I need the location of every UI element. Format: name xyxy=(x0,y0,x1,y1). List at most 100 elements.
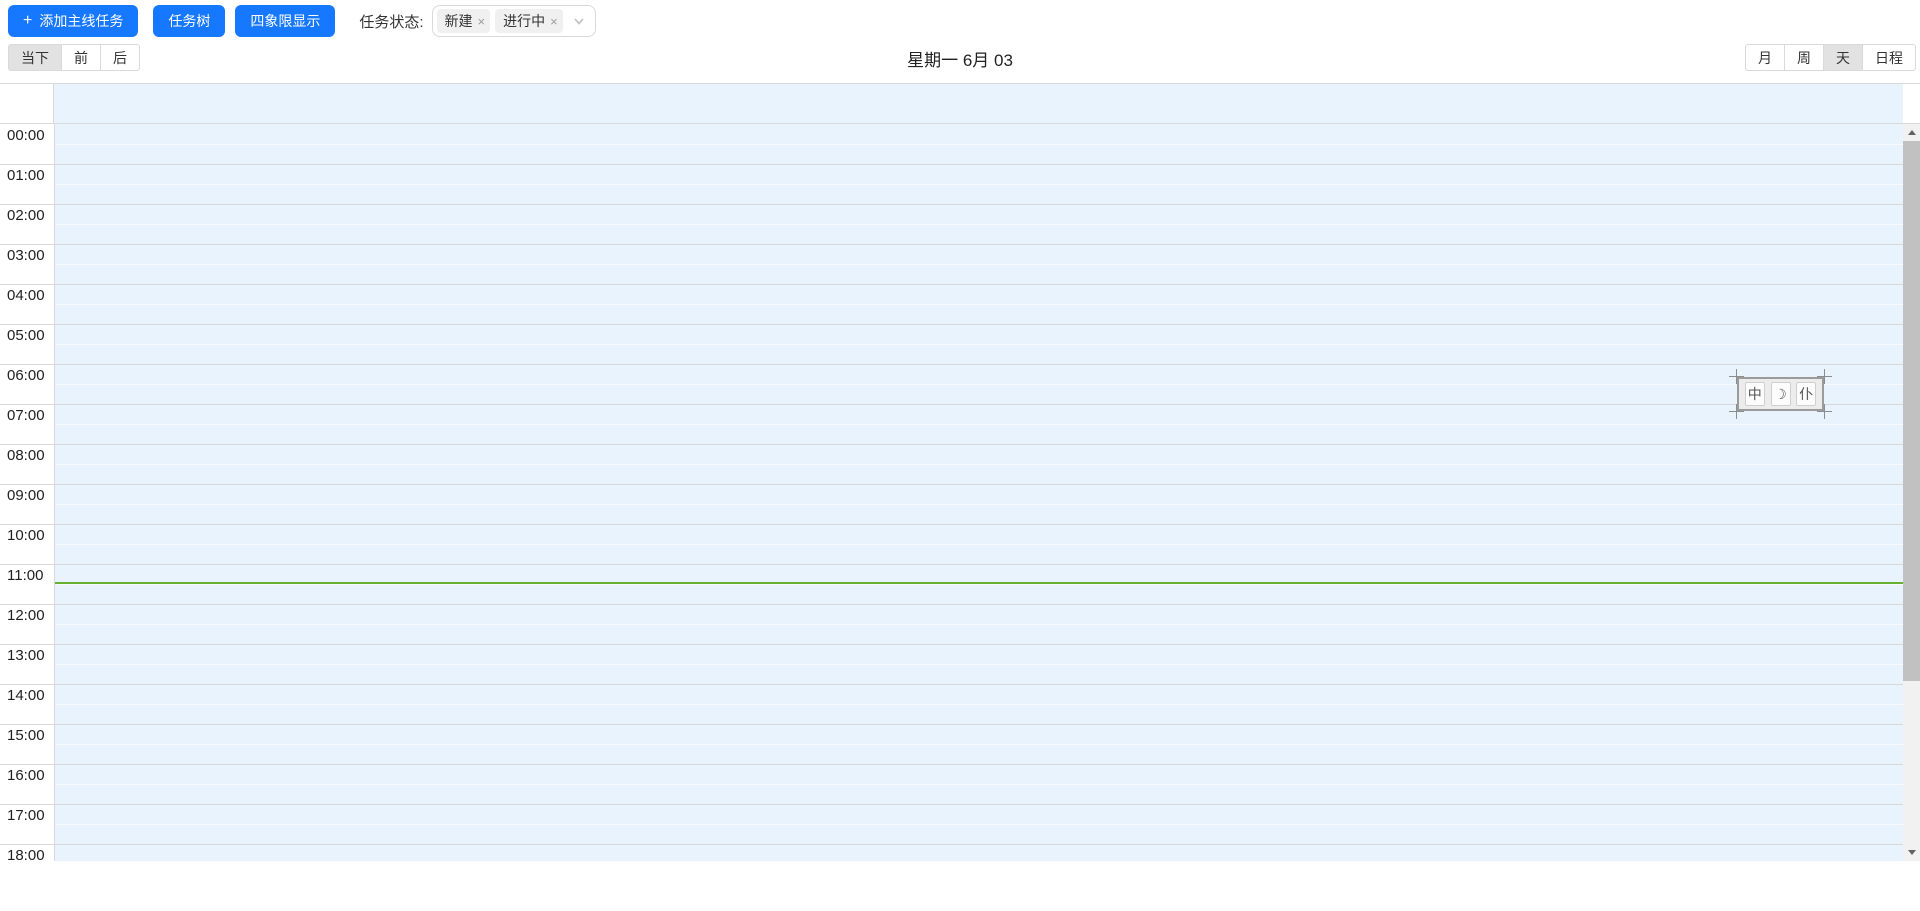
status-tag-0[interactable]: 新建 × xyxy=(436,9,491,33)
half-hour-line xyxy=(55,424,1903,425)
all-day-row xyxy=(0,83,1920,124)
hour-line xyxy=(0,244,1903,245)
time-label-1200: 12:00 xyxy=(7,607,45,624)
hour-line xyxy=(0,564,1903,565)
half-hour-line xyxy=(55,664,1903,665)
scrollbar-spacer xyxy=(1903,84,1920,123)
nav-now-button[interactable]: 当下 xyxy=(8,44,62,71)
scroll-down-button[interactable] xyxy=(1903,844,1920,861)
half-hour-line xyxy=(55,304,1903,305)
top-toolbar: + 添加主线任务 任务树 四象限显示 任务状态: 新建 × 进行中 × xyxy=(8,5,596,37)
half-hour-line xyxy=(55,504,1903,505)
view-month-button[interactable]: 月 xyxy=(1745,44,1785,71)
status-tag-list: 新建 × 进行中 × xyxy=(436,9,563,33)
view-day-button[interactable]: 天 xyxy=(1824,44,1863,71)
half-hour-line xyxy=(55,584,1903,585)
calendar-nav: 星期一 6月 03 当下前后 月周天日程 xyxy=(0,44,1920,71)
half-hour-line xyxy=(55,184,1903,185)
time-label-0300: 03:00 xyxy=(7,247,45,264)
range-button-group: 当下前后 xyxy=(8,44,140,71)
task-tree-button[interactable]: 任务树 xyxy=(153,5,226,37)
quadrant-view-button[interactable]: 四象限显示 xyxy=(235,5,336,37)
tag-close-icon[interactable]: × xyxy=(550,15,558,28)
calendar-title: 星期一 6月 03 xyxy=(907,51,1013,70)
scroll-up-button[interactable] xyxy=(1903,124,1920,141)
gutter-divider xyxy=(54,124,55,861)
time-label-0600: 06:00 xyxy=(7,367,45,384)
triangle-up-icon xyxy=(1907,130,1916,135)
add-main-task-label: 添加主线任务 xyxy=(39,13,124,29)
triangle-down-icon xyxy=(1907,850,1916,855)
hour-line xyxy=(0,324,1903,325)
current-time-indicator xyxy=(55,582,1903,584)
time-label-1500: 15:00 xyxy=(7,727,45,744)
half-hour-line xyxy=(55,144,1903,145)
hour-line xyxy=(0,484,1903,485)
task-status-label: 任务状态: xyxy=(359,13,424,31)
hour-line xyxy=(0,844,1903,845)
hour-line xyxy=(0,684,1903,685)
half-hour-line xyxy=(55,784,1903,785)
ime-chinese-mode-key[interactable]: 中 xyxy=(1744,382,1765,406)
hour-line xyxy=(0,284,1903,285)
add-main-task-button[interactable]: + 添加主线任务 xyxy=(8,5,139,37)
time-label-0500: 05:00 xyxy=(7,327,45,344)
hour-line xyxy=(0,524,1903,525)
vertical-scrollbar[interactable] xyxy=(1903,124,1920,861)
selection-corner-icon xyxy=(1729,404,1744,419)
time-label-1600: 16:00 xyxy=(7,767,45,784)
time-label-0200: 02:00 xyxy=(7,207,45,224)
ime-fullwidth-moon-key[interactable]: ☽ xyxy=(1770,382,1791,406)
tag-close-icon[interactable]: × xyxy=(478,15,486,28)
time-label-1000: 10:00 xyxy=(7,527,45,544)
time-label-0900: 09:00 xyxy=(7,487,45,504)
half-hour-line xyxy=(55,744,1903,745)
half-hour-line xyxy=(55,384,1903,385)
hour-line xyxy=(0,724,1903,725)
time-label-1100: 11:00 xyxy=(7,567,44,584)
hour-line xyxy=(0,404,1903,405)
hour-line xyxy=(0,204,1903,205)
time-label-0000: 00:00 xyxy=(7,127,45,144)
all-day-cell[interactable] xyxy=(54,84,1903,123)
time-label-1800: 18:00 xyxy=(7,847,45,861)
half-hour-line xyxy=(55,824,1903,825)
ime-punctuation-key[interactable]: 仆 xyxy=(1796,382,1817,406)
half-hour-line xyxy=(55,344,1903,345)
view-agenda-button[interactable]: 日程 xyxy=(1863,44,1916,71)
ime-toolbar[interactable]: 中 ☽ 仆 xyxy=(1729,369,1832,419)
hour-line xyxy=(0,764,1903,765)
time-grid-viewport: 00:00 01:00 02:00 03:00 04:00 05:00 06:00 07:00… xyxy=(0,124,1920,861)
nav-prev-button[interactable]: 前 xyxy=(62,44,101,71)
scrollbar-thumb[interactable] xyxy=(1903,141,1920,681)
time-label-1700: 17:00 xyxy=(7,807,45,824)
status-tag-1[interactable]: 进行中 × xyxy=(495,9,563,33)
status-tag-label: 进行中 xyxy=(503,13,546,29)
half-hour-line xyxy=(55,544,1903,545)
time-label-1400: 14:00 xyxy=(7,687,45,704)
hour-line xyxy=(0,604,1903,605)
half-hour-line xyxy=(55,704,1903,705)
view-week-button[interactable]: 周 xyxy=(1785,44,1824,71)
half-hour-line xyxy=(55,224,1903,225)
view-button-group: 月周天日程 xyxy=(1745,44,1916,71)
time-label-0700: 07:00 xyxy=(7,407,45,424)
selection-corner-icon xyxy=(1817,404,1832,419)
chevron-down-icon[interactable] xyxy=(573,15,585,27)
status-tag-label: 新建 xyxy=(444,13,473,29)
time-label-1300: 13:00 xyxy=(7,647,45,664)
plus-icon: + xyxy=(23,12,33,29)
half-hour-line xyxy=(55,624,1903,625)
time-label-0800: 08:00 xyxy=(7,447,45,464)
calendar: 00:00 01:00 02:00 03:00 04:00 05:00 06:00 07:00… xyxy=(0,83,1920,861)
selection-corner-icon xyxy=(1817,369,1832,384)
day-column[interactable] xyxy=(55,124,1903,861)
time-label-0400: 04:00 xyxy=(7,287,45,304)
hour-line xyxy=(0,804,1903,805)
hour-line xyxy=(0,364,1903,365)
nav-next-button[interactable]: 后 xyxy=(101,44,140,71)
all-day-gutter xyxy=(0,84,54,123)
task-status-select[interactable]: 新建 × 进行中 × xyxy=(431,5,596,37)
hour-line xyxy=(0,164,1903,165)
half-hour-line xyxy=(55,464,1903,465)
